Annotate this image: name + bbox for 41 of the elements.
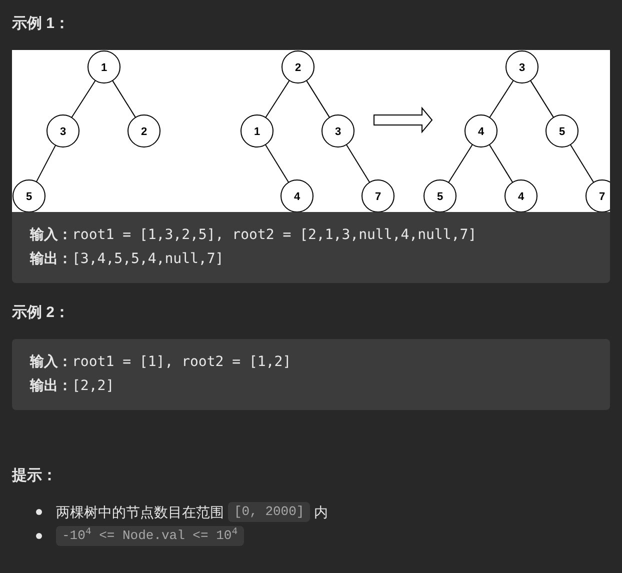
tree-edge [489,80,514,118]
example-heading: 示例 1： [12,14,71,34]
constraint-text: 两棵树中的节点数目在范围 [56,503,224,522]
tree-node: 1 [88,50,120,84]
tree-edge [36,144,56,182]
tree-edge [306,80,330,118]
tree-node: 1 [240,114,274,148]
arrow-icon [374,106,433,134]
tree-node: 2 [282,50,314,84]
tree-node: 3 [322,114,354,148]
tree-node: 7 [586,180,610,212]
inline-code: [0, 2000] [228,502,310,522]
code-line: 输出：[3,4,5,5,4,null,7] [30,250,225,269]
constraint-text: 内 [314,503,328,522]
tree-node: 5 [424,180,456,212]
tree-edge [71,80,96,118]
tree-edge [530,80,554,118]
tree-edge [264,144,290,183]
tree-edge [265,80,290,118]
bullet-icon [36,509,42,515]
inline-code: -10$^{4}$ <= Node.val <= 10$^{4}$ [56,526,244,546]
tree-node: 5 [546,114,578,148]
tree-node: 5 [12,180,46,212]
tree-edge [448,144,473,183]
tree-node: 4 [280,180,314,212]
constraints-heading: 提示： [12,466,58,486]
tree-node: 2 [128,114,160,148]
tree-edge [488,144,514,183]
tree-node: 7 [362,180,394,212]
example-heading: 示例 2： [12,303,71,323]
code-line: 输入：root1 = [1], root2 = [1,2] [30,353,292,372]
tree-edge [570,144,594,183]
tree-edge [346,144,370,183]
tree-node: 3 [506,50,538,84]
tree-edge [112,80,136,118]
code-line: 输出：[2,2] [30,377,116,396]
tree-node: 4 [464,114,498,148]
tree-node: 4 [504,180,538,212]
tree-node: 3 [46,114,80,148]
code-line: 输入：root1 = [1,3,2,5], root2 = [2,1,3,null,4,null,7] [30,226,478,245]
bullet-icon [36,533,42,539]
